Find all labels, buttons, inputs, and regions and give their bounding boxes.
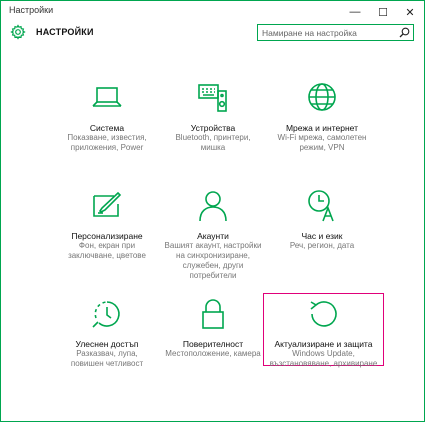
- tile-privacy[interactable]: Поверителност Местоположение, камера: [151, 297, 275, 367]
- tile-desc: Windows Update,: [292, 349, 355, 358]
- tile-name: Поверителност: [182, 339, 244, 349]
- maximize-button[interactable]: ☐: [369, 1, 397, 23]
- tile-name: Устройства: [190, 123, 236, 133]
- tile-desc: потребители: [189, 271, 237, 280]
- tile-desc: Вашият акаунт, настройки: [164, 241, 262, 250]
- tile-accounts[interactable]: Акаунти Вашият акаунт, настройки на синх…: [151, 189, 275, 280]
- clock-language-icon: [308, 190, 334, 222]
- tile-desc: режим, VPN: [299, 143, 345, 152]
- page-title: НАСТРОЙКИ: [36, 27, 94, 37]
- tile-desc: Wi-Fi мрежа, самолетен: [277, 133, 367, 142]
- search-box[interactable]: [257, 24, 414, 41]
- settings-header: НАСТРОЙКИ: [1, 23, 424, 45]
- laptop-icon: [92, 87, 122, 107]
- devices-icon: [198, 84, 227, 112]
- tile-desc: Bluetooth, принтери,: [175, 133, 251, 142]
- globe-icon: [308, 83, 336, 111]
- tile-name: Акаунти: [197, 231, 229, 241]
- search-icon[interactable]: [399, 27, 410, 38]
- tile-name: Мрежа и интернет: [285, 123, 359, 133]
- close-button[interactable]: ✕: [396, 1, 424, 23]
- person-icon: [199, 191, 227, 222]
- minimize-button[interactable]: —: [341, 1, 369, 23]
- title-bar: Настройки — ☐ ✕: [1, 1, 424, 23]
- tile-desc: Реч, регион, дата: [289, 241, 355, 250]
- tile-name: Актуализиране и защита: [274, 339, 373, 349]
- lock-icon: [202, 299, 224, 329]
- search-input[interactable]: [258, 25, 400, 40]
- tile-name: Час и език: [301, 231, 343, 241]
- tile-devices[interactable]: Устройства Bluetooth, принтери, мишка: [151, 81, 275, 152]
- ease-of-access-icon: [92, 301, 120, 328]
- tile-desc: възстановяване, архивиране: [269, 359, 378, 368]
- tile-desc: мишка: [200, 143, 226, 152]
- tile-time-language[interactable]: Час и език Реч, регион, дата: [260, 189, 384, 259]
- window-title: Настройки: [9, 5, 54, 15]
- tile-desc: Местоположение, камера: [165, 349, 261, 358]
- settings-window: Настройки — ☐ ✕ НАСТРОЙКИ Намиране на на…: [0, 0, 425, 422]
- paintbrush-icon: [93, 191, 122, 217]
- gear-icon: [10, 24, 26, 40]
- tile-desc: на синхронизиране,: [176, 251, 250, 260]
- tile-update-security[interactable]: Актуализиране и защита Windows Update, в…: [263, 293, 384, 368]
- tile-desc: служебен, други: [182, 261, 244, 270]
- tile-network[interactable]: Мрежа и интернет Wi-Fi мрежа, самолетен …: [260, 81, 384, 152]
- refresh-icon: [310, 301, 337, 327]
